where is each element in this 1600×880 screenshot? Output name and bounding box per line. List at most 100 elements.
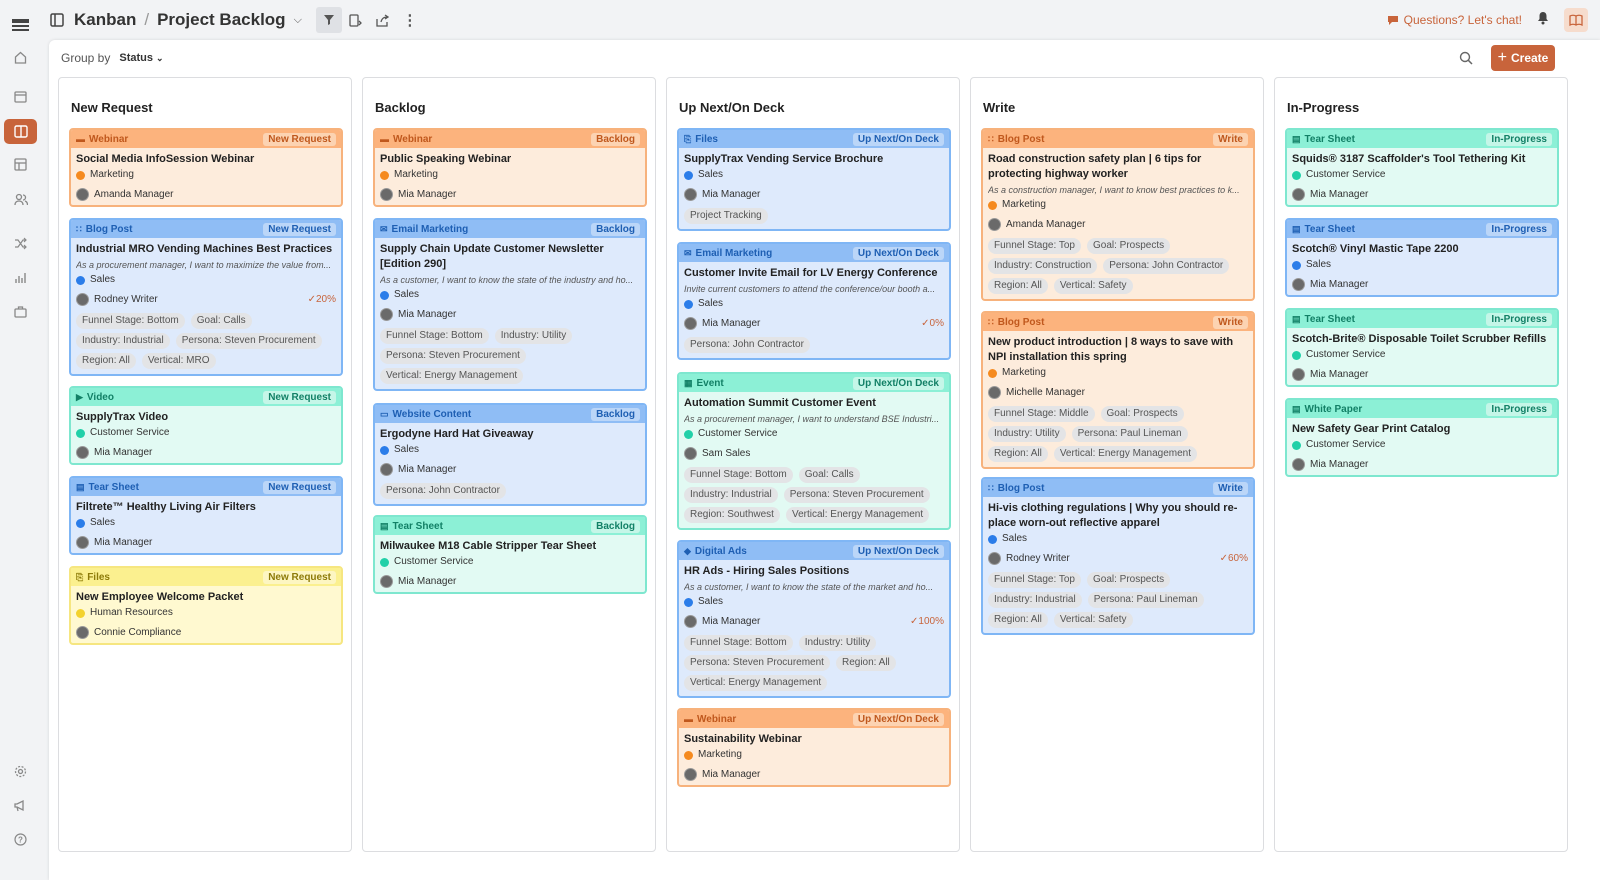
tag[interactable]: Persona: Paul Lineman xyxy=(1071,426,1188,442)
kanban-card[interactable]: ✉ Email Marketing Backlog Supply Chain Upda… xyxy=(373,218,647,391)
tag[interactable]: Funnel Stage: Top xyxy=(988,238,1081,254)
board-view-icon[interactable] xyxy=(50,13,64,27)
kanban-card[interactable]: ⎘ Files Up Next/On Deck SupplyTrax Vending … xyxy=(677,128,951,231)
tag[interactable]: Vertical: MRO xyxy=(141,353,216,369)
card-title[interactable]: Sustainability Webinar xyxy=(684,732,944,747)
tag[interactable]: Region: All xyxy=(988,612,1048,628)
tag[interactable]: Persona: Steven Procurement xyxy=(175,333,322,349)
breadcrumb-board[interactable]: Kanban xyxy=(74,10,136,30)
tag[interactable]: Funnel Stage: Bottom xyxy=(684,635,793,651)
kanban-card[interactable]: ▤ Tear Sheet Backlog Milwaukee M18 Cable St… xyxy=(373,515,647,594)
tag[interactable]: Vertical: Safety xyxy=(1053,612,1133,628)
kanban-card[interactable]: ▤ Tear Sheet New Request Filtrete™ Healthy … xyxy=(69,476,343,555)
card-title[interactable]: Industrial MRO Vending Machines Best Pra… xyxy=(76,242,336,257)
card-title[interactable]: Scotch® Vinyl Mastic Tape 2200 xyxy=(1292,242,1552,257)
kanban-card[interactable]: ▭ Website Content Backlog Ergodyne Hard Hat… xyxy=(373,403,647,506)
chat-link[interactable]: Questions? Let's chat! xyxy=(1387,13,1522,27)
kanban-icon[interactable] xyxy=(4,119,37,144)
kanban-card[interactable]: ∷ Blog Post New Request Industrial MRO Vend… xyxy=(69,218,343,376)
kanban-card[interactable]: ✉ Email Marketing Up Next/On Deck Customer … xyxy=(677,242,951,360)
kanban-card[interactable]: ∷ Blog Post Write Road construction safety … xyxy=(981,128,1255,301)
kanban-card[interactable]: ▬ Webinar New Request Social Media InfoSess… xyxy=(69,128,343,207)
kanban-card[interactable]: ▤ Tear Sheet In-Progress Scotch® Vinyl Mast… xyxy=(1285,218,1559,297)
tag[interactable]: Industry: Industrial xyxy=(988,592,1082,608)
tag[interactable]: Industry: Utility xyxy=(988,426,1066,442)
analytics-icon[interactable] xyxy=(4,265,37,290)
kanban-card[interactable]: ∷ Blog Post Write New product introduction … xyxy=(981,311,1255,469)
tag[interactable]: Persona: John Contractor xyxy=(684,337,810,353)
tag[interactable]: Persona: Steven Procurement xyxy=(783,487,930,503)
briefcase-icon[interactable] xyxy=(4,299,37,324)
tag[interactable]: Project Tracking xyxy=(684,208,768,224)
kanban-card[interactable]: ▤ White Paper In-Progress New Safety Gear P… xyxy=(1285,398,1559,477)
card-title[interactable]: New product introduction | 8 ways to sav… xyxy=(988,335,1248,365)
users-icon[interactable] xyxy=(4,187,37,212)
filter-button[interactable] xyxy=(315,7,342,33)
card-fields-button[interactable] xyxy=(343,7,369,33)
tag[interactable]: Persona: John Contractor xyxy=(380,483,506,499)
tag[interactable]: Region: All xyxy=(76,353,136,369)
card-title[interactable]: Automation Summit Customer Event xyxy=(684,396,944,411)
card-title[interactable]: Social Media InfoSession Webinar xyxy=(76,152,336,167)
tag[interactable]: Vertical: Energy Management xyxy=(1053,446,1197,462)
card-title[interactable]: Scotch-Brite® Disposable Toilet Scrubber… xyxy=(1292,332,1552,347)
share-button[interactable] xyxy=(370,7,396,33)
tag[interactable]: Vertical: Energy Management xyxy=(684,675,828,691)
card-title[interactable]: Road construction safety plan | 6 tips f… xyxy=(988,152,1248,182)
card-title[interactable]: HR Ads - Hiring Sales Positions xyxy=(684,564,944,579)
tag[interactable]: Goal: Calls xyxy=(190,313,252,329)
card-title[interactable]: New Employee Welcome Packet xyxy=(76,590,336,605)
card-title[interactable]: Customer Invite Email for LV Energy Conf… xyxy=(684,266,944,281)
tag[interactable]: Region: Southwest xyxy=(684,507,780,523)
tag[interactable]: Persona: Steven Procurement xyxy=(684,655,830,671)
kanban-card[interactable]: ⎘ Files New Request New Employee Welcome Pa… xyxy=(69,566,343,645)
chevron-down-icon[interactable]: ⌵ xyxy=(294,14,302,27)
tag[interactable]: Region: All xyxy=(988,446,1048,462)
breadcrumb-project[interactable]: Project Backlog xyxy=(157,10,286,30)
menu-icon[interactable] xyxy=(0,17,40,31)
tag[interactable]: Goal: Prospects xyxy=(1087,572,1171,588)
group-by-select[interactable]: Status ⌄ xyxy=(119,52,163,64)
search-icon[interactable] xyxy=(1456,50,1476,66)
kanban-card[interactable]: ▤ Tear Sheet In-Progress Scotch-Brite® Disp… xyxy=(1285,308,1559,387)
tag[interactable]: Funnel Stage: Bottom xyxy=(684,467,793,483)
kanban-card[interactable]: ▬ Webinar Up Next/On Deck Sustainability We… xyxy=(677,708,951,787)
kanban-card[interactable]: ∷ Blog Post Write Hi-vis clothing regulatio… xyxy=(981,477,1255,635)
tag[interactable]: Vertical: Energy Management xyxy=(785,507,930,523)
table-icon[interactable] xyxy=(4,152,37,177)
tag[interactable]: Goal: Prospects xyxy=(1087,238,1171,254)
home-icon[interactable] xyxy=(4,45,37,70)
bell-icon[interactable] xyxy=(1536,11,1550,30)
megaphone-icon[interactable] xyxy=(4,793,37,818)
book-icon[interactable] xyxy=(1564,8,1588,32)
tag[interactable]: Vertical: Energy Management xyxy=(380,368,524,384)
tag[interactable]: Region: All xyxy=(988,278,1048,294)
tag[interactable]: Funnel Stage: Bottom xyxy=(380,328,489,344)
tag[interactable]: Goal: Prospects xyxy=(1100,406,1184,422)
tag[interactable]: Industry: Industrial xyxy=(684,487,778,503)
tag[interactable]: Funnel Stage: Top xyxy=(988,572,1081,588)
create-button[interactable]: + Create xyxy=(1491,45,1555,71)
card-title[interactable]: SupplyTrax Video xyxy=(76,410,336,425)
tag[interactable]: Industry: Utility xyxy=(494,328,573,344)
tag[interactable]: Funnel Stage: Middle xyxy=(988,406,1095,422)
kanban-card[interactable]: ▦ Event Up Next/On Deck Automation Summit C… xyxy=(677,372,951,530)
tag[interactable]: Persona: John Contractor xyxy=(1103,258,1230,274)
help-icon[interactable]: ? xyxy=(4,827,37,852)
kanban-card[interactable]: ▤ Tear Sheet In-Progress Squids® 3187 Scaff… xyxy=(1285,128,1559,207)
card-title[interactable]: Squids® 3187 Scaffolder's Tool Tethering… xyxy=(1292,152,1552,167)
settings-icon[interactable] xyxy=(4,759,37,784)
tag[interactable]: Industry: Industrial xyxy=(76,333,170,349)
kanban-card[interactable]: ◆ Digital Ads Up Next/On Deck HR Ads - Hiri… xyxy=(677,540,951,698)
card-title[interactable]: SupplyTrax Vending Service Brochure xyxy=(684,152,944,167)
card-title[interactable]: Ergodyne Hard Hat Giveaway xyxy=(380,427,640,442)
tag[interactable]: Vertical: Safety xyxy=(1053,278,1133,294)
kanban-card[interactable]: ▬ Webinar Backlog Public Speaking Webinar Ma… xyxy=(373,128,647,207)
card-title[interactable]: Supply Chain Update Customer Newsletter … xyxy=(380,242,640,272)
card-title[interactable]: Hi-vis clothing regulations | Why you sh… xyxy=(988,501,1248,531)
tag[interactable]: Industry: Construction xyxy=(988,258,1098,274)
tag[interactable]: Persona: Paul Lineman xyxy=(1087,592,1204,608)
kanban-card[interactable]: ▶ Video New Request SupplyTrax Video Custome… xyxy=(69,386,343,465)
card-title[interactable]: Milwaukee M18 Cable Stripper Tear Sheet xyxy=(380,539,640,554)
card-title[interactable]: Filtrete™ Healthy Living Air Filters xyxy=(76,500,336,515)
